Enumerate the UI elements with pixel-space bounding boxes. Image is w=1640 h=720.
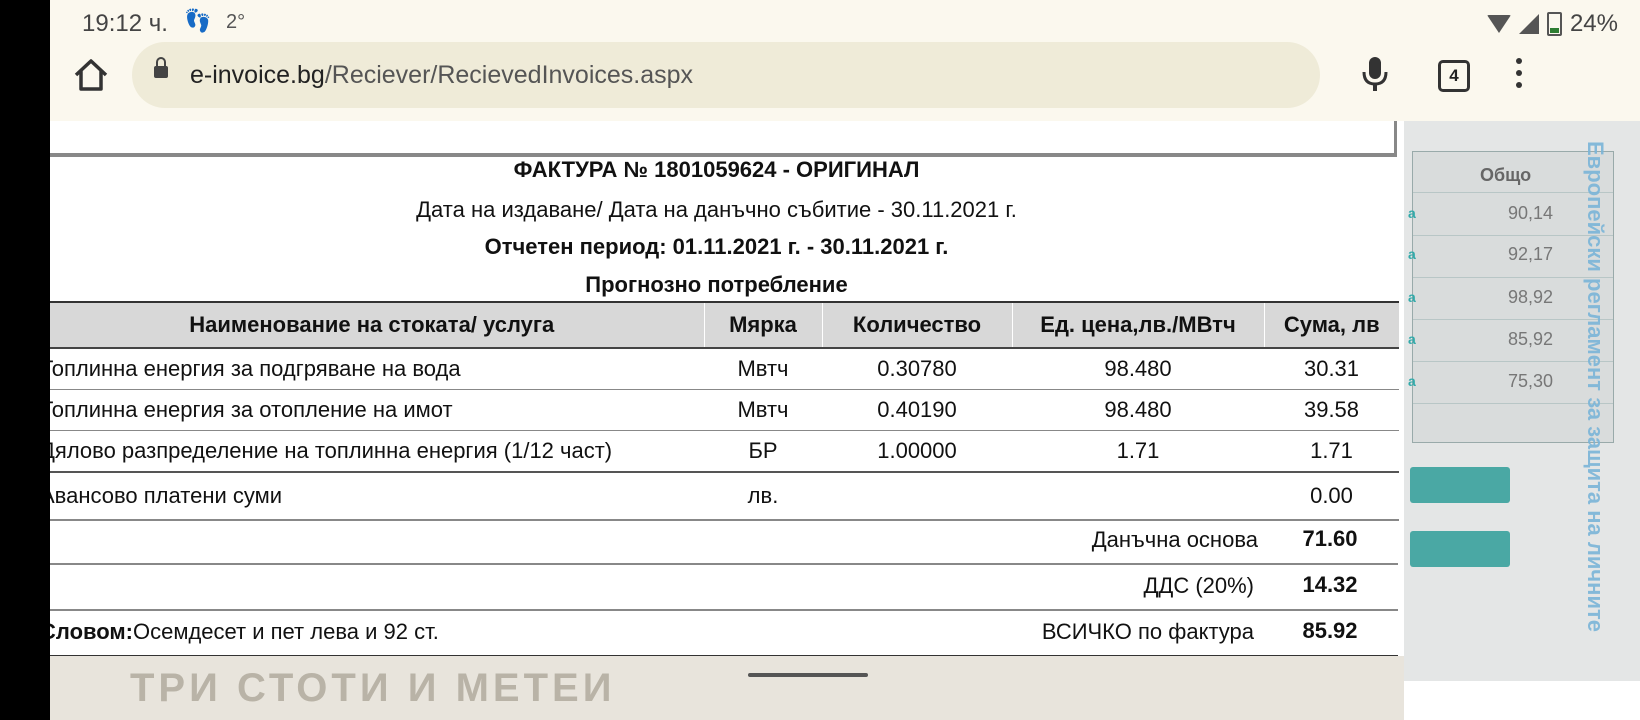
lock-icon <box>154 57 168 78</box>
item-name: Авансово платени суми <box>50 472 704 521</box>
item-price: 1.71 <box>1012 430 1264 473</box>
background-link[interactable]: а <box>1408 373 1416 389</box>
item-unit: лв. <box>704 472 822 521</box>
browser-toolbar: e-invoice.bg/Reciever/RecievedInvoices.a… <box>50 40 1640 120</box>
background-footer: ТРИ СТОТИ И МЕТЕИ <box>50 656 1404 720</box>
tab-switcher-button[interactable]: 4 <box>1438 60 1470 92</box>
wifi-icon <box>1486 15 1511 33</box>
item-qty: 0.40190 <box>822 389 1012 431</box>
vat-value: 14.32 <box>1302 572 1358 597</box>
tax-base-value: 71.60 <box>1302 526 1358 551</box>
url-text[interactable]: e-invoice.bg/Reciever/RecievedInvoices.a… <box>190 61 693 90</box>
background-button[interactable] <box>1410 467 1510 503</box>
invoice-document: ФАКТУРА № 1801059624 - ОРИГИНАЛ Дата на … <box>50 121 1400 659</box>
status-bar: 19:12 ч. 👣 2° 24% <box>50 0 1640 40</box>
table-row: Дялово разпределение на топлинна енергия… <box>50 430 1399 473</box>
item-name: Топлинна енергия за отопление на имот <box>50 389 704 431</box>
invoice-right-border <box>1394 121 1397 157</box>
item-name: Топлинна енергия за подгряване на вода <box>50 348 704 390</box>
signal-icon <box>1518 14 1539 34</box>
table-header-row: Наименование на стоката/ услуга Мярка Ко… <box>50 301 1399 349</box>
tax-base-label: Данъчна основа <box>1091 527 1258 552</box>
total-value: 85.92 <box>1302 618 1358 643</box>
battery-percent: 24% <box>1569 10 1618 37</box>
background-link[interactable]: а <box>1408 289 1416 305</box>
column-header: Количество <box>821 301 1012 349</box>
vat-label: ДДС (20%) <box>1143 573 1254 598</box>
invoice-period: Отчетен период: 01.11.2021 г. - 30.11.20… <box>484 234 949 259</box>
item-qty: 0.30780 <box>822 348 1012 390</box>
table-row: Топлинна енергия за подгряване на вода М… <box>50 348 1399 390</box>
vat-row: ДДС (20%) 14.32 <box>50 563 1398 611</box>
invoice-items-table: Наименование на стоката/ услуга Мярка Ко… <box>50 301 1399 521</box>
table-row: Топлинна енергия за отопление на имот Мв… <box>50 389 1399 431</box>
table-row: Авансово платени суми лв. 0.00 <box>50 472 1399 521</box>
item-unit: Мвтч <box>704 348 822 390</box>
background-button[interactable] <box>1410 531 1510 567</box>
status-right-group: 24% <box>1486 10 1618 38</box>
tax-base-row: Данъчна основа 71.60 <box>50 517 1398 565</box>
invoice-consumption-type: Прогнозно потребление <box>585 272 848 297</box>
page-content: Общо а 90,14 а 92,17 а 98,92 а 85,92 а 7… <box>50 121 1640 720</box>
background-link[interactable]: а <box>1408 246 1416 262</box>
item-sum: 39.58 <box>1264 389 1399 431</box>
background-link[interactable]: а <box>1408 331 1416 347</box>
item-price <box>1012 472 1264 521</box>
item-qty: 1.00000 <box>822 430 1012 473</box>
background-side-text: Европейски регламент за защита на личнит… <box>1583 141 1608 633</box>
gesture-handle[interactable] <box>748 673 868 677</box>
item-qty <box>822 472 1012 521</box>
home-icon[interactable] <box>72 56 110 94</box>
background-header-total: Общо <box>1480 165 1532 185</box>
item-price: 98.480 <box>1012 389 1264 431</box>
item-price: 98.480 <box>1012 348 1264 390</box>
url-path: /Reciever/RecievedInvoices.aspx <box>324 61 694 89</box>
url-host: e-invoice.bg <box>190 61 325 89</box>
invoice-issue-date: Дата на издаване/ Дата на данъчно събити… <box>416 197 1017 222</box>
background-link[interactable]: а <box>1408 205 1416 221</box>
notification-footsteps-icon: 👣 <box>184 8 212 33</box>
total-row: Словом:Осемдесет и пет лева и 92 ст. ВСИ… <box>50 609 1398 659</box>
item-sum: 0.00 <box>1264 472 1399 521</box>
column-header: Мярка <box>703 301 822 349</box>
background-value: 85,92 <box>1508 329 1554 349</box>
more-menu-icon[interactable] <box>1516 58 1522 94</box>
battery-icon <box>1546 12 1562 36</box>
item-unit: Мвтч <box>704 389 822 431</box>
item-name: Дялово разпределение на топлинна енергия… <box>50 430 704 473</box>
background-value: 98,92 <box>1508 287 1554 307</box>
item-sum: 30.31 <box>1264 348 1399 390</box>
invoice-title: ФАКТУРА № 1801059624 - ОРИГИНАЛ <box>513 157 920 182</box>
background-value: 90,14 <box>1508 203 1554 223</box>
words-value: Осемдесет и пет лева и 92 ст. <box>133 619 439 644</box>
status-temperature: 2° <box>226 11 246 33</box>
item-sum: 1.71 <box>1264 430 1399 473</box>
item-unit: БР <box>704 430 822 473</box>
microphone-icon[interactable] <box>1360 56 1390 92</box>
column-header: Наименование на стоката/ услуга <box>50 301 704 349</box>
total-label: ВСИЧКО по фактура <box>1041 619 1254 644</box>
background-value: 75,30 <box>1508 371 1554 391</box>
words-label: Словом: <box>50 619 133 644</box>
column-header: Сума, лв <box>1263 301 1399 349</box>
column-header: Ед. цена,лв./МВтч <box>1011 301 1264 349</box>
status-time: 19:12 ч. <box>82 10 168 37</box>
phone-screen: 19:12 ч. 👣 2° 24% e-invoice.bg/Reciever/… <box>50 0 1640 720</box>
background-value: 92,17 <box>1508 244 1554 264</box>
address-bar[interactable]: e-invoice.bg/Reciever/RecievedInvoices.a… <box>132 42 1320 108</box>
amount-in-words: Словом:Осемдесет и пет лева и 92 ст. <box>50 619 439 645</box>
background-footer-text: ТРИ СТОТИ И МЕТЕИ <box>130 666 616 710</box>
